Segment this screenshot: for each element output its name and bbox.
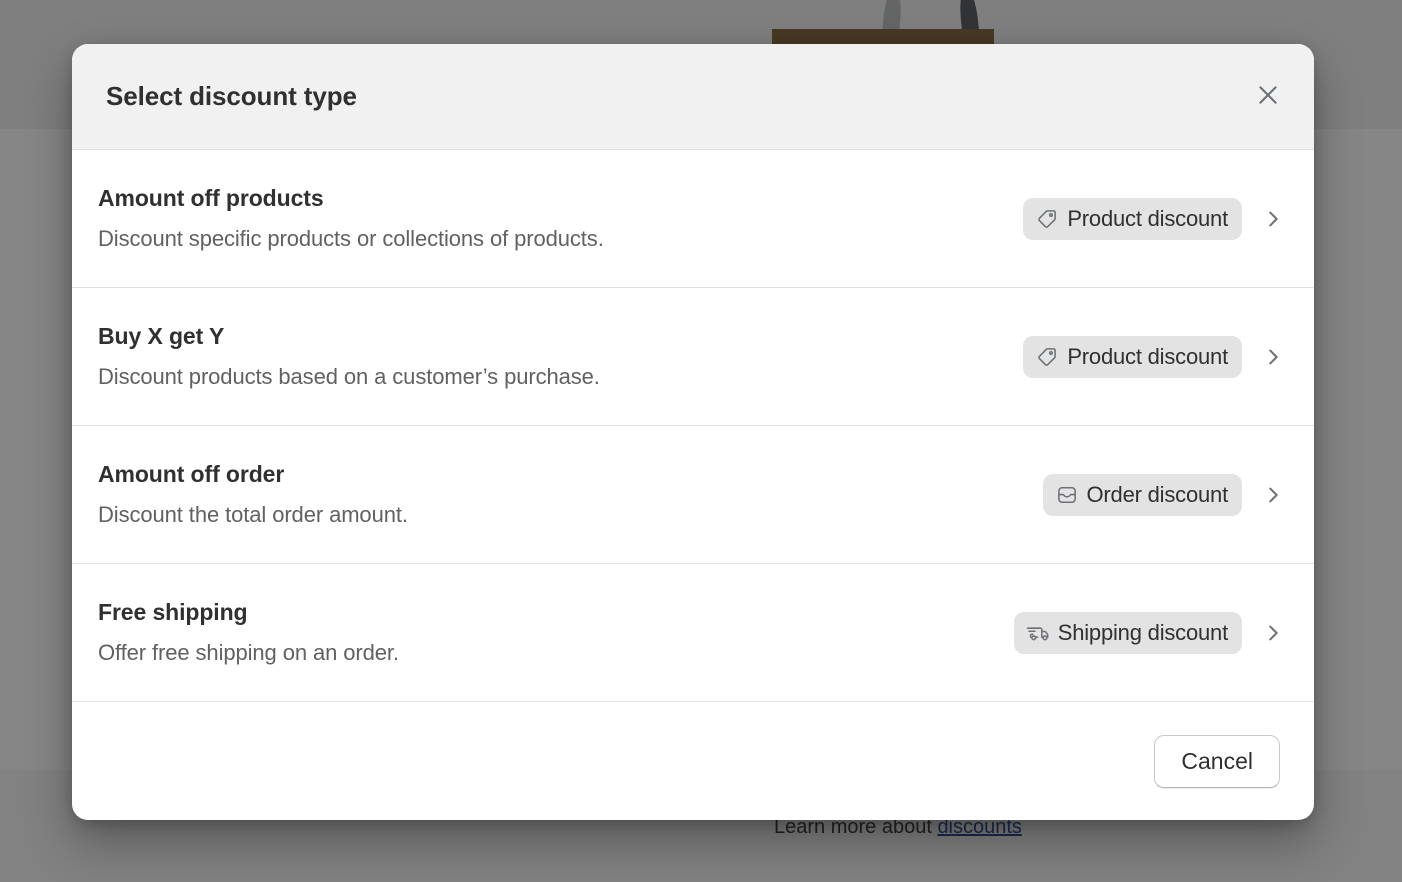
badge-label: Shipping discount: [1057, 619, 1228, 645]
modal-footer: Cancel: [72, 701, 1314, 820]
discount-type-list: Amount off products Discount specific pr…: [72, 150, 1314, 701]
badge-label: Product discount: [1067, 205, 1228, 231]
option-text-block: Amount off products Discount specific pr…: [98, 185, 1023, 252]
close-button[interactable]: [1246, 75, 1290, 119]
badge-label: Product discount: [1067, 343, 1228, 369]
option-title: Amount off products: [98, 185, 324, 211]
chevron-right-icon: [1256, 616, 1290, 650]
option-row-buy-x-get-y[interactable]: Buy X get Y Discount products based on a…: [72, 288, 1314, 426]
option-row-free-shipping[interactable]: Free shipping Offer free shipping on an …: [72, 564, 1314, 701]
status-badge-product-discount: Product discount: [1023, 197, 1242, 240]
badge-label: Order discount: [1086, 481, 1229, 507]
option-description: Offer free shipping on an order.: [98, 640, 399, 665]
close-icon: [1255, 82, 1281, 111]
option-row-amount-off-order[interactable]: Amount off order Discount the total orde…: [72, 426, 1314, 564]
status-badge-product-discount: Product discount: [1023, 335, 1242, 378]
option-description: Discount specific products or collection…: [98, 226, 604, 251]
chevron-right-icon: [1256, 340, 1290, 374]
option-description: Discount the total order amount.: [98, 502, 408, 527]
option-title: Amount off order: [98, 461, 285, 487]
cancel-button[interactable]: Cancel: [1154, 734, 1280, 788]
option-title: Free shipping: [98, 599, 248, 625]
option-text-block: Amount off order Discount the total orde…: [98, 461, 1043, 528]
option-row-amount-off-products[interactable]: Amount off products Discount specific pr…: [72, 150, 1314, 288]
status-badge-shipping-discount: Shipping discount: [1013, 611, 1242, 654]
chevron-right-icon: [1256, 202, 1290, 236]
modal-header: Select discount type: [72, 44, 1314, 150]
tag-icon: [1035, 345, 1059, 369]
page-title: Select discount type: [106, 81, 357, 111]
delivery-truck-icon: [1026, 621, 1050, 645]
chevron-right-icon: [1256, 478, 1290, 512]
option-title: Buy X get Y: [98, 323, 225, 349]
option-text-block: Free shipping Offer free shipping on an …: [98, 599, 1014, 666]
status-badge-order-discount: Order discount: [1042, 473, 1242, 516]
option-description: Discount products based on a customer’s …: [98, 364, 600, 389]
tag-icon: [1035, 207, 1059, 231]
option-text-block: Buy X get Y Discount products based on a…: [98, 323, 1023, 390]
select-discount-type-modal: Select discount type Amount off products…: [72, 44, 1314, 820]
inbox-icon: [1055, 483, 1079, 507]
